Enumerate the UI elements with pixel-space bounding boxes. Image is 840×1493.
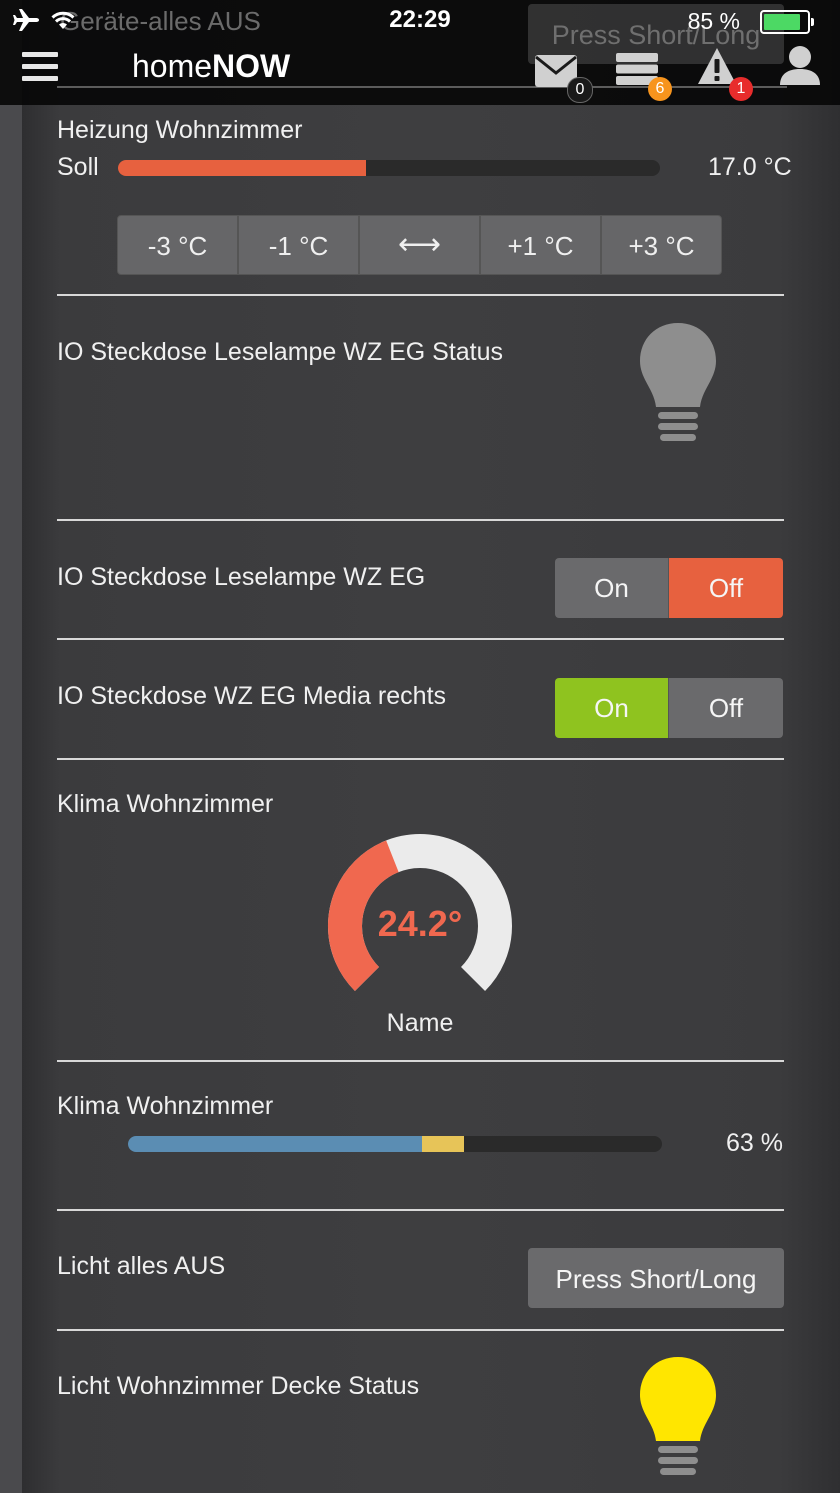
divider: [57, 1209, 784, 1211]
menu-icon[interactable]: [22, 52, 58, 84]
heating-slider[interactable]: [118, 160, 660, 176]
minus-3-button[interactable]: -3 °C: [117, 215, 238, 275]
battery-percent: 85 %: [687, 8, 740, 34]
alerts-badge: 1: [729, 77, 753, 101]
humidity-bar-yellow: [421, 1136, 465, 1152]
divider: [57, 638, 784, 640]
humidity-bar-blue: [128, 1136, 422, 1152]
heating-title: Heizung Wohnzimmer: [57, 116, 303, 144]
lamp-status-title: IO Steckdose Leselampe WZ EG Status: [57, 338, 504, 366]
divider: [57, 1329, 784, 1331]
ceiling-status-title: Licht Wohnzimmer Decke Status: [57, 1372, 420, 1400]
plus-1-button[interactable]: +1 °C: [480, 215, 601, 275]
switch2-on-button[interactable]: On: [555, 678, 669, 738]
bulb-on-icon: [640, 1357, 716, 1475]
plus-3-button[interactable]: +3 °C: [601, 215, 722, 275]
bulb-off-icon: [640, 323, 716, 441]
humidity-bar: [128, 1136, 662, 1152]
light-off-title: Licht alles AUS: [57, 1252, 226, 1280]
gauge-value: 24.2°: [378, 903, 462, 944]
reset-arrow-button[interactable]: ⟷: [359, 215, 480, 275]
switch1-off-button[interactable]: Off: [669, 558, 783, 618]
press-short-long-button[interactable]: Press Short/Long: [528, 1248, 784, 1308]
user-icon[interactable]: [778, 44, 822, 86]
divider: [57, 758, 784, 760]
divider: [57, 294, 784, 296]
main-content: Heizung Wohnzimmer Soll 17.0 °C -3 °C -1…: [0, 0, 840, 1493]
climate-gauge-title: Klima Wohnzimmer: [57, 790, 274, 818]
switch2-title: IO Steckdose WZ EG Media rechts: [57, 682, 447, 710]
switch1-on-button[interactable]: On: [555, 558, 669, 618]
app-logo: homeNOW: [132, 48, 291, 84]
switch1-title: IO Steckdose Leselampe WZ EG: [57, 563, 426, 591]
heating-soll-label: Soll: [57, 153, 99, 181]
humidity-value: 63 %: [726, 1129, 783, 1157]
gauge-name: Name: [386, 1009, 454, 1037]
heating-slider-fill: [118, 160, 366, 176]
messages-badge: 0: [567, 77, 593, 103]
climate-bar-title: Klima Wohnzimmer: [57, 1092, 274, 1120]
minus-1-button[interactable]: -1 °C: [238, 215, 359, 275]
temperature-gauge: 24.2°: [328, 834, 512, 992]
servers-badge: 6: [648, 77, 672, 101]
divider: [57, 1060, 784, 1062]
heating-adjust-buttons: -3 °C -1 °C ⟷ +1 °C +3 °C: [117, 215, 722, 275]
heating-value: 17.0 °C: [708, 153, 792, 181]
battery-icon: [760, 10, 814, 34]
switch1-toggle: On Off: [555, 558, 783, 618]
switch2-off-button[interactable]: Off: [669, 678, 783, 738]
switch2-toggle: On Off: [555, 678, 783, 738]
divider: [57, 519, 784, 521]
header-divider: [57, 86, 787, 88]
